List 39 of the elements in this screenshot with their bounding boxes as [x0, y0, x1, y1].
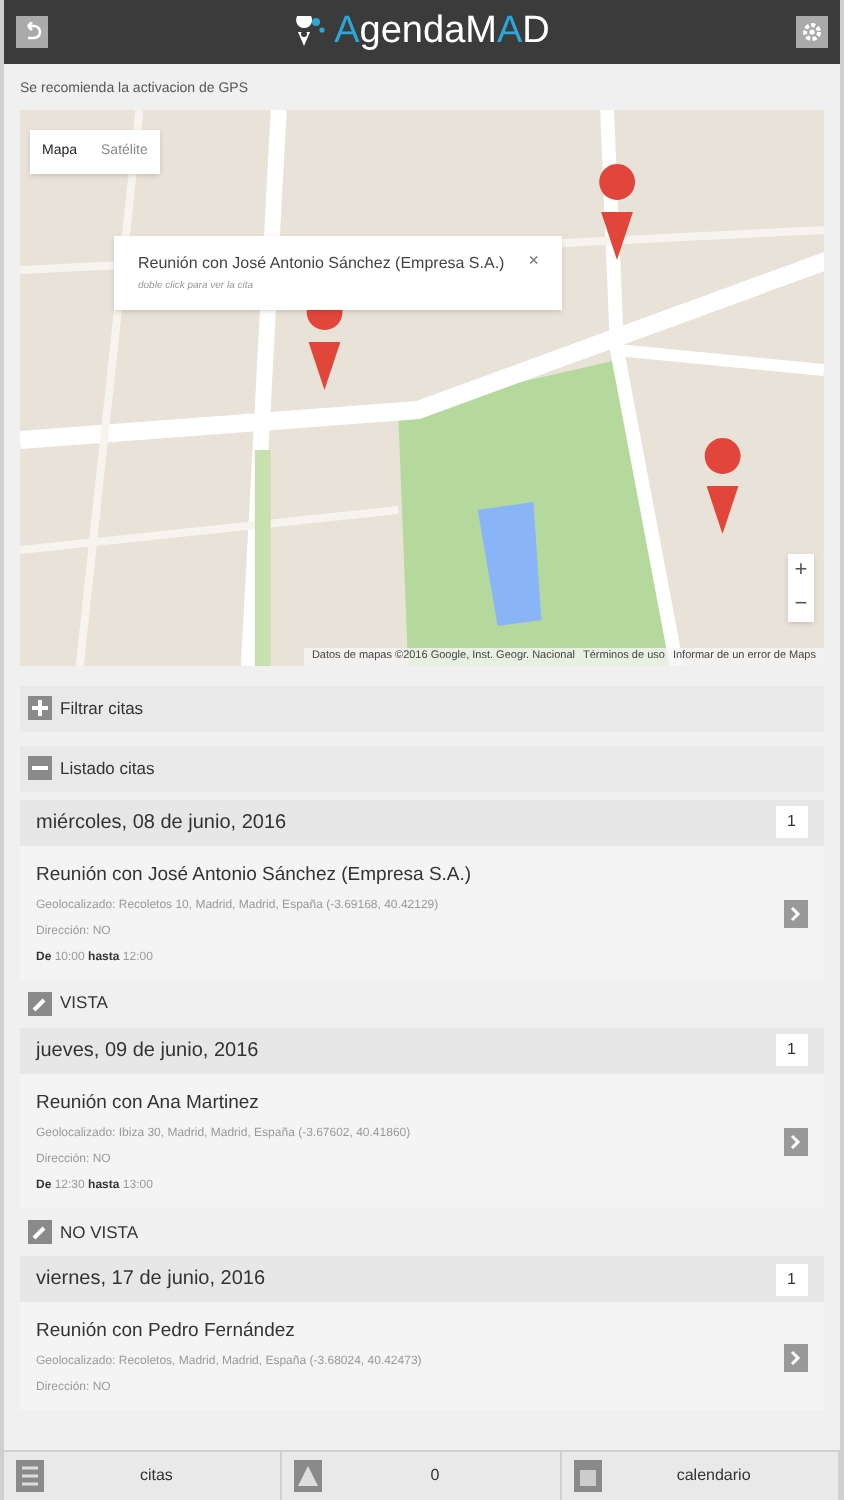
settings-button[interactable]	[796, 16, 828, 48]
nav-tab[interactable]: citas	[4, 1452, 283, 1500]
panel-header[interactable]: Filtrar citas	[20, 685, 824, 731]
date-text: miércoles, 08 de junio, 2016	[36, 809, 287, 837]
status-label: NO VISTA	[60, 1219, 139, 1245]
back-button[interactable]	[16, 16, 48, 48]
open-button[interactable]	[784, 900, 808, 929]
date-text: jueves, 09 de junio, 2016	[36, 1037, 259, 1066]
info-title: Reunión con José Antonio Sánchez (Empresa S.A.)	[138, 251, 505, 275]
zoom-in-button[interactable]: +	[788, 553, 814, 587]
nav-tab[interactable]: 0	[282, 1452, 562, 1500]
status-label: VISTA	[60, 990, 108, 1017]
pencil-icon	[28, 991, 52, 1016]
count-badge: 1	[775, 1034, 808, 1067]
pencil-icon	[28, 1220, 52, 1244]
appointment-title: Reunión con Ana Martinez	[36, 1089, 261, 1118]
plus-icon	[28, 696, 52, 720]
panel-header[interactable]: Listado citas	[20, 745, 824, 791]
back-arrow-icon	[22, 22, 42, 42]
list-icon	[16, 1460, 44, 1492]
settings-icon	[802, 22, 822, 42]
logo-icon	[294, 16, 327, 48]
appointment-title: Reunión con José Antonio Sánchez (Empresa S.A.)	[36, 861, 472, 889]
count-badge: 1	[775, 1263, 808, 1295]
date-text: viernes, 17 de junio, 2016	[36, 1266, 266, 1294]
count-badge: 1	[775, 806, 808, 838]
warning-icon	[294, 1460, 323, 1492]
chevron-right-icon	[790, 1134, 802, 1151]
close-button[interactable]: ×	[528, 251, 539, 269]
zoom-out-button[interactable]: −	[788, 587, 814, 621]
nav-tab[interactable]: calendario	[561, 1452, 840, 1500]
app-title: AgendaMAD	[334, 7, 550, 56]
chevron-right-icon	[790, 1350, 802, 1367]
appointment-title: Reunión con Pedro Fernández	[36, 1318, 297, 1346]
open-button[interactable]	[784, 1344, 808, 1373]
minus-icon	[28, 756, 52, 780]
open-button[interactable]	[784, 1128, 808, 1157]
chevron-right-icon	[790, 906, 802, 923]
calendar-icon	[573, 1460, 602, 1492]
